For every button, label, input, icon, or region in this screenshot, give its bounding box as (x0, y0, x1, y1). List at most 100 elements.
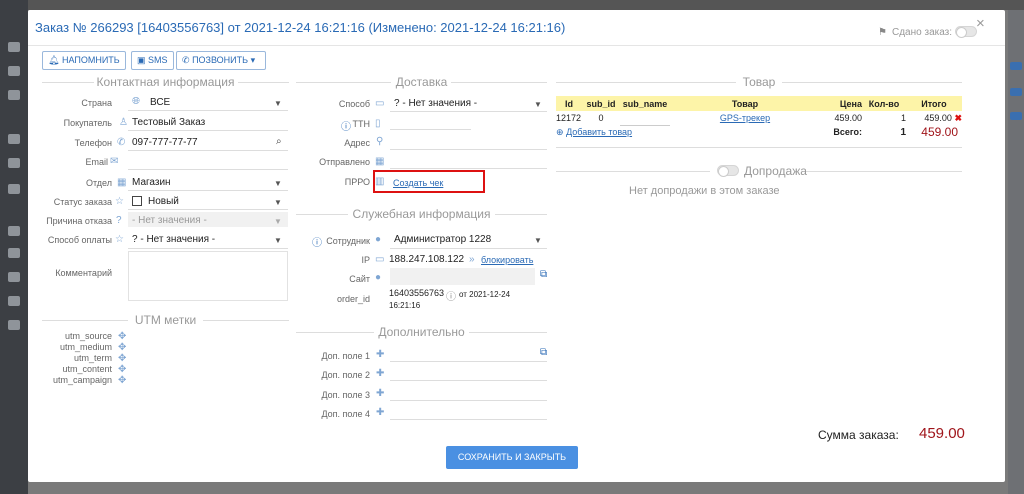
move-icon: ✥ (118, 331, 127, 342)
chevron-down-icon[interactable]: ▼ (534, 236, 542, 245)
chevron-down-icon[interactable]: ▼ (534, 100, 542, 109)
sitemap-icon (8, 134, 20, 144)
utm-medium-label: utm_medium (59, 342, 112, 352)
forward-icon: » (469, 254, 475, 265)
handed-toggle[interactable] (955, 26, 977, 38)
phone-icon (8, 272, 20, 282)
col-total: Итого (906, 96, 962, 111)
user-icon: ● (375, 234, 382, 245)
col-qty: Кол-во (862, 96, 906, 111)
phone-label: Телефон (74, 138, 112, 148)
question-icon: ? (116, 215, 122, 226)
country-value[interactable]: ВСЕ (150, 97, 170, 108)
total-sum: 459.00 (921, 125, 958, 139)
envelope-icon: ✉ (110, 156, 119, 167)
payment-value[interactable]: ? - Нет значения - (132, 234, 215, 245)
orderid-time: 16:21:16 (389, 301, 421, 310)
sms-button[interactable]: ▣ SMS (131, 51, 174, 70)
country-label: Страна (81, 98, 112, 108)
money-icon (8, 90, 20, 100)
move-icon: ✥ (118, 353, 127, 364)
move-icon: ✥ (118, 364, 127, 375)
utm-term-label: utm_term (73, 353, 112, 363)
background-sidebar (0, 0, 28, 494)
row-sub-name[interactable] (620, 111, 670, 126)
order-modal: Заказ № 266293 [16403556763] от 2021-12-… (28, 10, 1005, 482)
order-sum-value: 459.00 (919, 425, 965, 442)
comment-textarea[interactable] (128, 251, 288, 301)
dept-value[interactable]: Магазин (132, 177, 171, 188)
plus-icon[interactable]: ✚ (376, 388, 384, 399)
status-value[interactable]: Новый (148, 196, 179, 207)
col-sub-name: sub_name (620, 96, 670, 111)
method-label: Способ (338, 99, 370, 109)
sent-label: Отправлено (319, 157, 370, 167)
utm-source-label: utm_source (64, 331, 112, 341)
phone-icon: ✆ (182, 55, 190, 65)
col-id: Id (556, 96, 582, 111)
chevron-down-icon[interactable]: ▼ (274, 198, 282, 207)
extra-field-4-label: Доп. поле 4 (321, 409, 370, 419)
monitor-icon (8, 42, 20, 52)
site-input[interactable] (390, 268, 535, 285)
chevron-down-icon: ▾ (250, 55, 256, 65)
truck-icon: ▭ (375, 98, 385, 109)
col-price: Цена (820, 96, 862, 111)
chevron-down-icon[interactable]: ▼ (274, 99, 282, 108)
remind-button[interactable]: 🔔︎ НАПОМНИТЬ (42, 51, 126, 70)
call-button[interactable]: ✆ ПОЗВОНИТЬ ▾ (176, 51, 266, 70)
background-button (1010, 88, 1022, 96)
block-link[interactable]: блокировать (481, 255, 533, 265)
external-link-icon[interactable]: ⧉ (540, 347, 547, 358)
status-label: Статус заказа (53, 197, 112, 207)
upsell-section-title: Допродажа (744, 164, 807, 178)
document-icon: ▯ (375, 118, 381, 129)
delete-icon[interactable]: ✖ (954, 113, 962, 123)
utm-campaign-label: utm_campaign (52, 375, 112, 385)
email-label: Email (85, 157, 108, 167)
upsell-toggle[interactable] (717, 165, 739, 177)
phone-value[interactable]: 097-777-77-77 (132, 137, 198, 148)
col-product: Товар (670, 96, 820, 111)
method-value[interactable]: ? - Нет значения - (394, 98, 477, 109)
bell-icon: 🔔︎ (48, 55, 60, 65)
employee-value[interactable]: Администратор 1228 (394, 234, 491, 245)
chevron-down-icon[interactable]: ▼ (274, 236, 282, 245)
ip-value: 188.247.108.122 (389, 254, 465, 265)
ttn-label: ТТН (352, 119, 371, 129)
comment-label: Комментарий (55, 268, 112, 278)
move-icon: ✥ (118, 375, 127, 386)
external-link-icon[interactable]: ⧉ (540, 269, 547, 280)
goods-header-row: Id sub_id sub_name Товар Цена Кол-во Ито… (556, 96, 962, 111)
search-icon[interactable]: ⌕ (276, 136, 282, 147)
plus-icon[interactable]: ✚ (376, 368, 384, 379)
add-product-link[interactable]: Добавить товар (566, 127, 632, 137)
background-button (1010, 112, 1022, 120)
payment-label: Способ оплаты (47, 235, 112, 245)
cart-icon (8, 66, 20, 76)
orderid-value: 16403556763 (389, 288, 445, 298)
plus-icon[interactable]: ✚ (376, 349, 384, 360)
table-row: 12172 0 GPS-трекер 459.00 1 459.00 ✖ (556, 111, 962, 126)
employee-label: Сотрудник (326, 236, 370, 246)
globe-icon: 🌐︎ (132, 96, 140, 107)
address-label: Адрес (344, 138, 370, 148)
order-sum-label: Сумма заказа: (818, 428, 899, 442)
site-label: Сайт (349, 274, 370, 284)
calendar-icon: ▦ (375, 156, 385, 167)
buyer-value[interactable]: Тестовый Заказ (132, 117, 205, 128)
person-icon: ♙ (119, 117, 128, 128)
chevron-down-icon[interactable]: ▼ (274, 179, 282, 188)
plus-icon[interactable]: ✚ (376, 407, 384, 418)
handed-label: Сдано заказ: (892, 27, 953, 38)
save-close-button[interactable]: СОХРАНИТЬ И ЗАКРЫТЬ (446, 446, 578, 469)
background-button (1010, 62, 1022, 70)
modal-header: Заказ № 266293 [16403556763] от 2021-12-… (28, 10, 1005, 46)
highlight-marker (373, 170, 485, 193)
plus-circle-icon[interactable]: ⊕ (556, 127, 564, 137)
close-icon[interactable]: × (976, 15, 985, 32)
row-product-link[interactable]: GPS-трекер (720, 113, 770, 123)
call-label: ПОЗВОНИТЬ (192, 55, 249, 65)
orderid-label: order_id (336, 294, 370, 304)
buyer-label: Покупатель (63, 118, 112, 128)
